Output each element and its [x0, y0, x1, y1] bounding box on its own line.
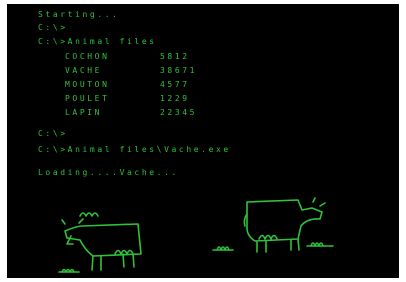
cow-left-icon — [61, 212, 142, 271]
grass-tuft-icon — [58, 268, 80, 273]
grass-tuft-icon — [212, 246, 234, 251]
cow-right-icon — [243, 197, 326, 253]
terminal-screen: Starting... C:\> C:\>Animal files COCHON… — [7, 4, 399, 278]
cow-illustration — [58, 197, 334, 273]
grass-tuft-icon — [306, 242, 334, 247]
